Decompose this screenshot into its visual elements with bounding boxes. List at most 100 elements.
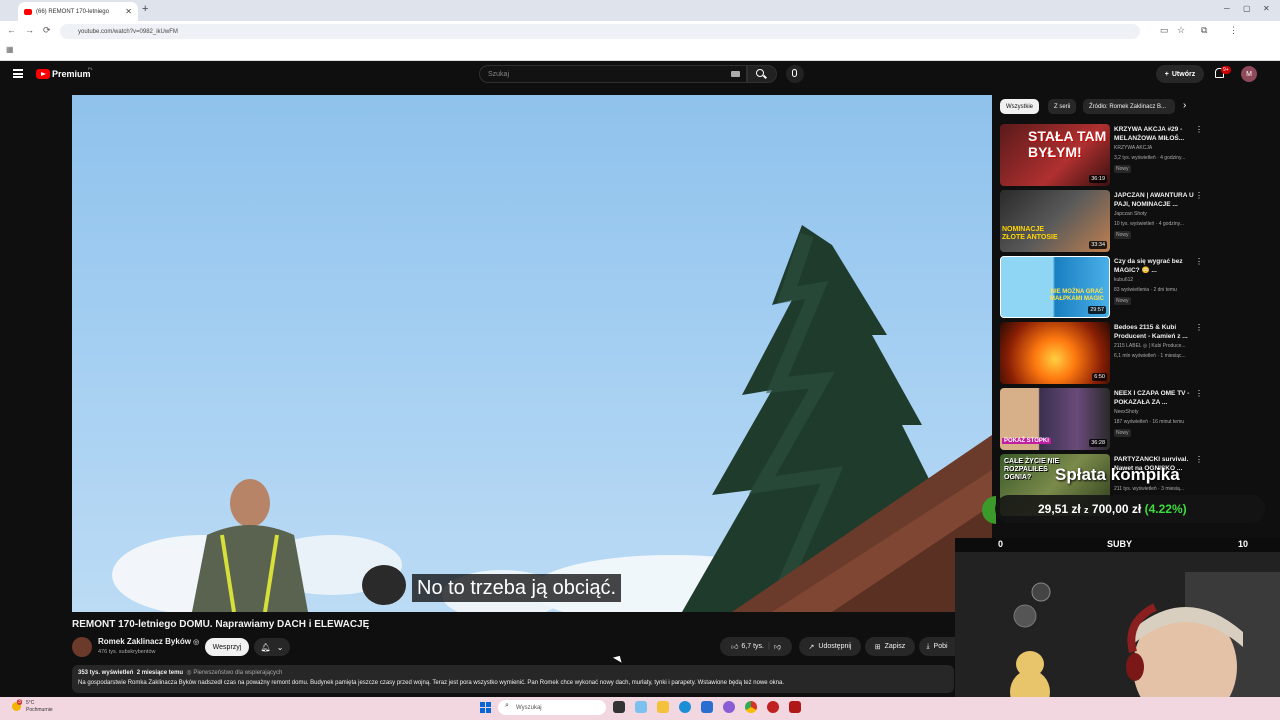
hamburger-menu-icon[interactable] (13, 69, 23, 78)
edge-icon[interactable] (679, 701, 691, 713)
like-button[interactable]: 👍︎ 6,7 tys. (731, 642, 764, 651)
app-icon-dark-red[interactable] (789, 701, 801, 713)
keyboard-icon[interactable] (731, 71, 740, 77)
thumbs-down-icon[interactable]: 👎︎ (774, 642, 781, 651)
webcam-feed (955, 552, 1280, 720)
more-options-icon[interactable]: ⋮ (1195, 191, 1203, 200)
microphone-icon[interactable] (792, 69, 797, 77)
search-icon[interactable] (756, 69, 764, 77)
recommendation-item[interactable]: STAŁA TAM BYŁYM! 36:19 KRZYWA AKCJA #29 … (1000, 124, 1272, 187)
file-explorer-icon[interactable] (657, 701, 669, 713)
video-thumbnail[interactable]: nie można grać małpkami magic 29:57 (1000, 256, 1110, 318)
channel-name-text: Romek Zaklinacz Byków (98, 637, 191, 646)
bookmarks-bar: ▦ (0, 42, 1280, 61)
copilot-icon[interactable] (635, 701, 647, 713)
more-options-icon[interactable]: ⋮ (1195, 257, 1203, 266)
chevron-right-icon[interactable]: › (1183, 100, 1186, 111)
recommendation-item[interactable]: POKAŻ STOPKI 36:28 NEEX I CZAPA OME TV -… (1000, 388, 1272, 451)
search-input[interactable]: Szukaj (479, 65, 747, 83)
reload-icon[interactable]: ⟳ (43, 25, 51, 36)
messenger-icon[interactable] (723, 701, 735, 713)
weather-widget[interactable]: 5°C Pochmurnie (26, 700, 53, 714)
apps-grid-icon[interactable]: ▦ (6, 45, 14, 54)
mouse-cursor (612, 653, 625, 663)
subs-label: SUBY (1107, 539, 1133, 549)
chip-source[interactable]: Źródło: Romek Zaklinacz B... (1083, 99, 1175, 114)
chrome-icon[interactable] (745, 701, 757, 713)
thumbnail-text: nie można grać małpkami magic (1050, 289, 1104, 302)
more-options-icon[interactable]: ⋮ (1195, 125, 1203, 134)
save-button[interactable]: ⊞ Zapisz (865, 637, 915, 656)
video-thumbnail[interactable]: NOMINACJE ZŁOTE ANTOSIE 33:34 (1000, 190, 1110, 252)
chip-series[interactable]: Z serii (1048, 99, 1077, 114)
recommendation-item[interactable]: NOMINACJE ZŁOTE ANTOSIE 33:34 JAPCZAN | … (1000, 190, 1272, 253)
recommendation-title: Bedoes 2115 & Kubi Producent - Kamień z … (1114, 324, 1188, 340)
browser-tab[interactable]: (66) REMONT 170-letniego ✕ (18, 2, 138, 21)
new-tab-icon[interactable]: + (142, 3, 148, 15)
share-button[interactable]: ↗ Udostępnij (799, 637, 861, 656)
recommendation-stats: 187 wyświetleń · 16 minut temu (1114, 419, 1185, 425)
taskbar-search-icon: ⌕ (505, 702, 509, 709)
recommendation-item[interactable]: 6:50 Bedoes 2115 & Kubi Producent - Kami… (1000, 322, 1272, 385)
menu-dots-icon[interactable]: ⋮ (1229, 25, 1238, 36)
create-button[interactable]: + Utwórz (1156, 65, 1204, 83)
window-close-icon[interactable]: ✕ (1263, 4, 1270, 13)
more-options-icon[interactable]: ⋮ (1195, 389, 1203, 398)
duration-badge: 33:34 (1089, 241, 1107, 249)
task-view-icon[interactable] (613, 701, 625, 713)
recommendation-channel: Japczan Shoty (1114, 211, 1147, 217)
subscription-bell-button[interactable]: 🔔︎ ⌄ (254, 638, 290, 656)
like-count: 6,7 tys. (741, 643, 764, 650)
video-player[interactable] (72, 95, 992, 612)
new-badge: Nowy (1114, 297, 1131, 305)
tab-title: (66) REMONT 170-letniego (36, 8, 109, 15)
recommendation-stats: 211 tys. wyświetleń · 3 miesią... (1114, 486, 1184, 492)
new-badge: Nowy (1114, 429, 1131, 437)
verified-icon: ◎ (193, 639, 200, 646)
like-dislike-group: 👍︎ 6,7 tys. | 👎︎ (720, 637, 792, 656)
video-thumbnail[interactable]: STAŁA TAM BYŁYM! 36:19 (1000, 124, 1110, 186)
maximize-icon[interactable]: ▢ (1243, 4, 1251, 13)
download-button[interactable]: ⤓ Pobi (919, 637, 955, 656)
cast-icon[interactable]: ▭ (1160, 25, 1169, 36)
recommendation-stats: 3,2 tys. wyświetleń · 4 godziny... (1114, 155, 1186, 161)
download-label: Pobi (933, 643, 948, 650)
close-tab-icon[interactable]: ✕ (125, 7, 132, 16)
forward-icon[interactable]: → (25, 25, 34, 35)
youtube-logo-icon[interactable] (36, 69, 50, 79)
region-code: PL (88, 66, 93, 71)
create-label: Utwórz (1171, 70, 1196, 78)
recommendation-title: KRZYWA AKCJA #29 - MELANŻOWA MIŁOŚ... (1114, 126, 1185, 142)
more-options-icon[interactable]: ⋮ (1195, 323, 1203, 332)
bookmark-star-icon[interactable]: ☆ (1177, 25, 1185, 36)
upload-age: 2 miesiące temu (136, 670, 184, 676)
recommendation-item[interactable]: nie można grać małpkami magic 29:57 Czy … (1000, 256, 1272, 319)
support-button[interactable]: Wesprzyj (205, 638, 249, 656)
app-icon-red[interactable] (767, 701, 779, 713)
video-thumbnail[interactable]: 6:50 (1000, 322, 1110, 384)
save-icon: ⊞ (874, 643, 881, 651)
goal-target: 700,00 zł (1091, 502, 1142, 516)
video-title: REMONT 170-letniego DOMU. Naprawiamy DAC… (72, 619, 370, 630)
minimize-icon[interactable]: ─ (1224, 4, 1230, 13)
windows-start-icon[interactable] (480, 702, 491, 713)
back-icon[interactable]: ← (7, 25, 16, 35)
store-icon[interactable] (701, 701, 713, 713)
video-thumbnail[interactable]: POKAŻ STOPKI 36:28 (1000, 388, 1110, 450)
extensions-icon[interactable]: ⧉ (1201, 25, 1207, 36)
account-avatar[interactable]: M (1241, 66, 1257, 82)
chip-all[interactable]: Wszystkie (1000, 99, 1039, 114)
channel-name[interactable]: Romek Zaklinacz Byków ◎ (98, 637, 199, 646)
taskbar-search-input[interactable]: Wyszukaj (498, 700, 606, 715)
channel-avatar[interactable] (72, 637, 92, 657)
share-icon: ↗ (808, 643, 815, 651)
thumbnail-text: NOMINACJE ZŁOTE ANTOSIE (1002, 226, 1058, 241)
weather-status: Pochmurnie (26, 707, 53, 713)
goal-separator: z (1084, 505, 1089, 515)
premium-logo-text[interactable]: Premium (52, 69, 91, 79)
recommendation-stats: 6,1 mln wyświetleń · 1 miesiąc... (1114, 353, 1186, 359)
more-options-icon[interactable]: ⋮ (1195, 455, 1203, 464)
url-field[interactable]: youtube.com/watch?v=0982_ikUwFM (60, 24, 1140, 39)
subscriber-count: 476 tys. subskrybentów (98, 649, 156, 655)
recommendation-title: Czy da się wygrać bez MAGIC? 😳 ... (1114, 258, 1183, 274)
